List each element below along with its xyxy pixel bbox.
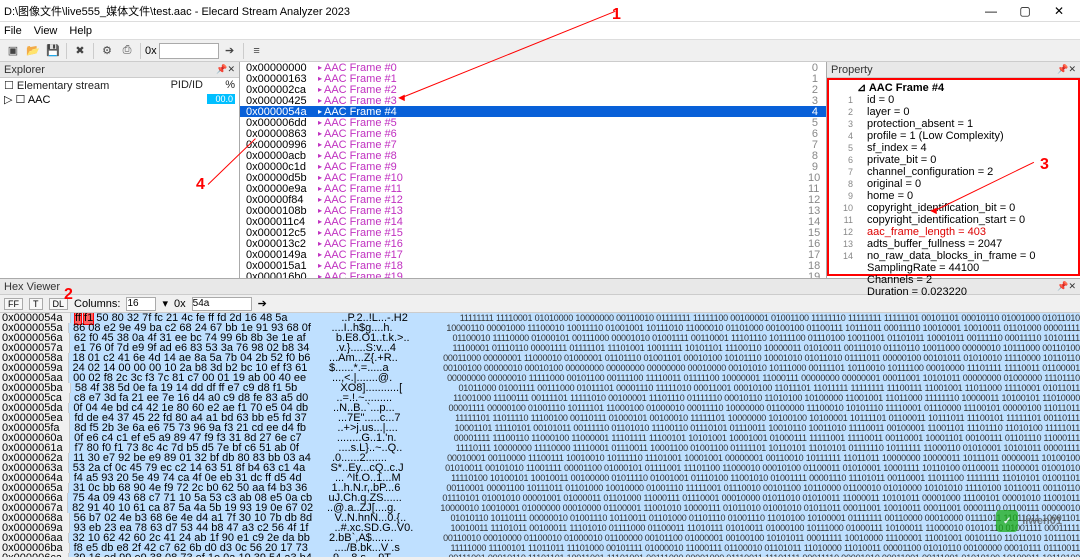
property-pin-icon[interactable]: 📌 [1057, 64, 1068, 75]
explorer-item-pct: 00.0 [207, 94, 235, 104]
frame-row[interactable]: 0x0000108b▸AAC Frame #1313 [240, 205, 826, 216]
property-row: 7channel_configuration = 2 [835, 166, 1072, 178]
report-icon[interactable]: ⎙ [118, 42, 136, 60]
frame-row[interactable]: 0x00000163▸AAC Frame #11 [240, 73, 826, 84]
hex-addr-input[interactable] [192, 297, 252, 311]
hex-dl-button[interactable]: DL [49, 298, 69, 310]
menu-help[interactable]: Help [69, 25, 92, 37]
hex-cols-label: Columns: [74, 298, 120, 310]
property-row: 6private_bit = 0 [835, 154, 1072, 166]
frame-row[interactable]: 0x000013c2▸AAC Frame #1616 [240, 238, 826, 249]
property-row: 8original = 0 [835, 178, 1072, 190]
explorer-header-row: ☐ Elementary stream PID/ID % [0, 78, 239, 92]
frame-row[interactable]: 0x00000c1d▸AAC Frame #99 [240, 161, 826, 172]
explorer-item-label: ▷ ☐ AAC [4, 93, 153, 106]
goto-icon[interactable]: ➔ [221, 42, 239, 60]
property-title: Property [831, 64, 1057, 76]
explorer-row-aac[interactable]: ▷ ☐ AAC 00.0 [0, 92, 239, 106]
frame-row[interactable]: 0x00000000▸AAC Frame #00 [240, 62, 826, 73]
frame-row[interactable]: 0x000016b0▸AAC Frame #1919 [240, 271, 826, 278]
frame-row[interactable]: 0x00000863▸AAC Frame #66 [240, 128, 826, 139]
property-row: Duration = 0.023220 [835, 286, 1072, 298]
col-pid: PID/ID [153, 79, 203, 91]
hex-ff-button[interactable]: FF [4, 298, 23, 310]
close-file-icon[interactable]: ✖ [71, 42, 89, 60]
open-icon[interactable]: 📂 [24, 42, 42, 60]
offset-input[interactable] [159, 43, 219, 59]
frame-row[interactable]: 0x000012c5▸AAC Frame #1515 [240, 227, 826, 238]
frame-row[interactable]: 0x00000f84▸AAC Frame #1212 [240, 194, 826, 205]
frame-row[interactable]: 0x000006dd▸AAC Frame #55 [240, 117, 826, 128]
property-row: 9home = 0 [835, 190, 1072, 202]
close-button[interactable]: ✕ [1042, 1, 1076, 21]
window-title: D:\图像文件\live555_媒体文件\test.aac - Elecard … [4, 3, 974, 19]
frame-row[interactable]: 0x00000acb▸AAC Frame #88 [240, 150, 826, 161]
filter-icon[interactable]: ≡ [248, 42, 266, 60]
hex-viewer-panel: Hex Viewer 📌 ✕ FF T DL Columns: ▾ 0x ➔ 0… [0, 278, 1080, 557]
frame-row[interactable]: 0x00000996▸AAC Frame #77 [240, 139, 826, 150]
config-icon[interactable]: ⚙ [98, 42, 116, 60]
explorer-close-icon[interactable]: ✕ [227, 64, 235, 75]
save-icon[interactable]: 💾 [44, 42, 62, 60]
property-row: 12aac_frame_length = 403 [835, 226, 1072, 238]
hex-ox-label: 0x [174, 298, 186, 310]
hex-goto-icon[interactable]: ➔ [258, 297, 267, 310]
frame-list: 0x00000000▸AAC Frame #000x00000163▸AAC F… [240, 62, 826, 278]
new-icon[interactable]: ▣ [4, 42, 22, 60]
frame-row[interactable]: 0x00000e9a▸AAC Frame #1111 [240, 183, 826, 194]
watermark: ✓ liwen01 [996, 510, 1062, 532]
frame-row[interactable]: 0x00000d5b▸AAC Frame #1010 [240, 172, 826, 183]
property-row: 4profile = 1 (Low Complexity) [835, 130, 1072, 142]
property-close-icon[interactable]: ✕ [1068, 64, 1076, 75]
hex-line[interactable]: 0x000006ca39 16 ed 99 e9 38 08 73 ef 1e … [0, 553, 1080, 557]
property-row: Channels = 2 [835, 274, 1072, 286]
property-row: SamplingRate = 44100 [835, 262, 1072, 274]
minimize-button[interactable]: — [974, 1, 1008, 21]
wechat-icon: ✓ [996, 510, 1018, 532]
explorer-panel: Explorer 📌 ✕ ☐ Elementary stream PID/ID … [0, 62, 240, 278]
property-header: ⊿ AAC Frame #4 [835, 82, 1072, 94]
property-panel: Property 📌 ✕ ⊿ AAC Frame #4 1id = 02laye… [826, 62, 1080, 278]
property-row: 10copyright_identification_bit = 0 [835, 202, 1072, 214]
explorer-title: Explorer [4, 64, 216, 76]
property-row: 1id = 0 [835, 94, 1072, 106]
menubar: File View Help [0, 22, 1080, 40]
property-row: 11copyright_identification_start = 0 [835, 214, 1072, 226]
frame-row[interactable]: 0x000015a1▸AAC Frame #1818 [240, 260, 826, 271]
col-pct: % [207, 79, 235, 91]
menu-view[interactable]: View [34, 25, 58, 37]
hex-t-button[interactable]: T [29, 298, 43, 310]
frame-row[interactable]: 0x0000054a▸AAC Frame #44 [240, 106, 826, 117]
col-name: ☐ Elementary stream [4, 79, 153, 92]
frame-row[interactable]: 0x000011c4▸AAC Frame #1414 [240, 216, 826, 227]
frame-row[interactable]: 0x000002ca▸AAC Frame #22 [240, 84, 826, 95]
frame-row[interactable]: 0x00000425▸AAC Frame #33 [240, 95, 826, 106]
property-row: 3protection_absent = 1 [835, 118, 1072, 130]
maximize-button[interactable]: ▢ [1008, 1, 1042, 21]
explorer-pin-icon[interactable]: 📌 [216, 64, 227, 75]
property-row: 2layer = 0 [835, 106, 1072, 118]
hex-cols-input[interactable] [126, 297, 156, 311]
property-row: 5sf_index = 4 [835, 142, 1072, 154]
menu-file[interactable]: File [4, 25, 22, 37]
offset-label: 0x [145, 45, 157, 57]
property-row: 14no_raw_data_blocks_in_frame = 0 [835, 250, 1072, 262]
toolbar: ▣ 📂 💾 ✖ ⚙ ⎙ 0x ➔ ≡ [0, 40, 1080, 62]
frame-row[interactable]: 0x0000149a▸AAC Frame #1717 [240, 249, 826, 260]
titlebar: D:\图像文件\live555_媒体文件\test.aac - Elecard … [0, 0, 1080, 22]
property-row: 13adts_buffer_fullness = 2047 [835, 238, 1072, 250]
